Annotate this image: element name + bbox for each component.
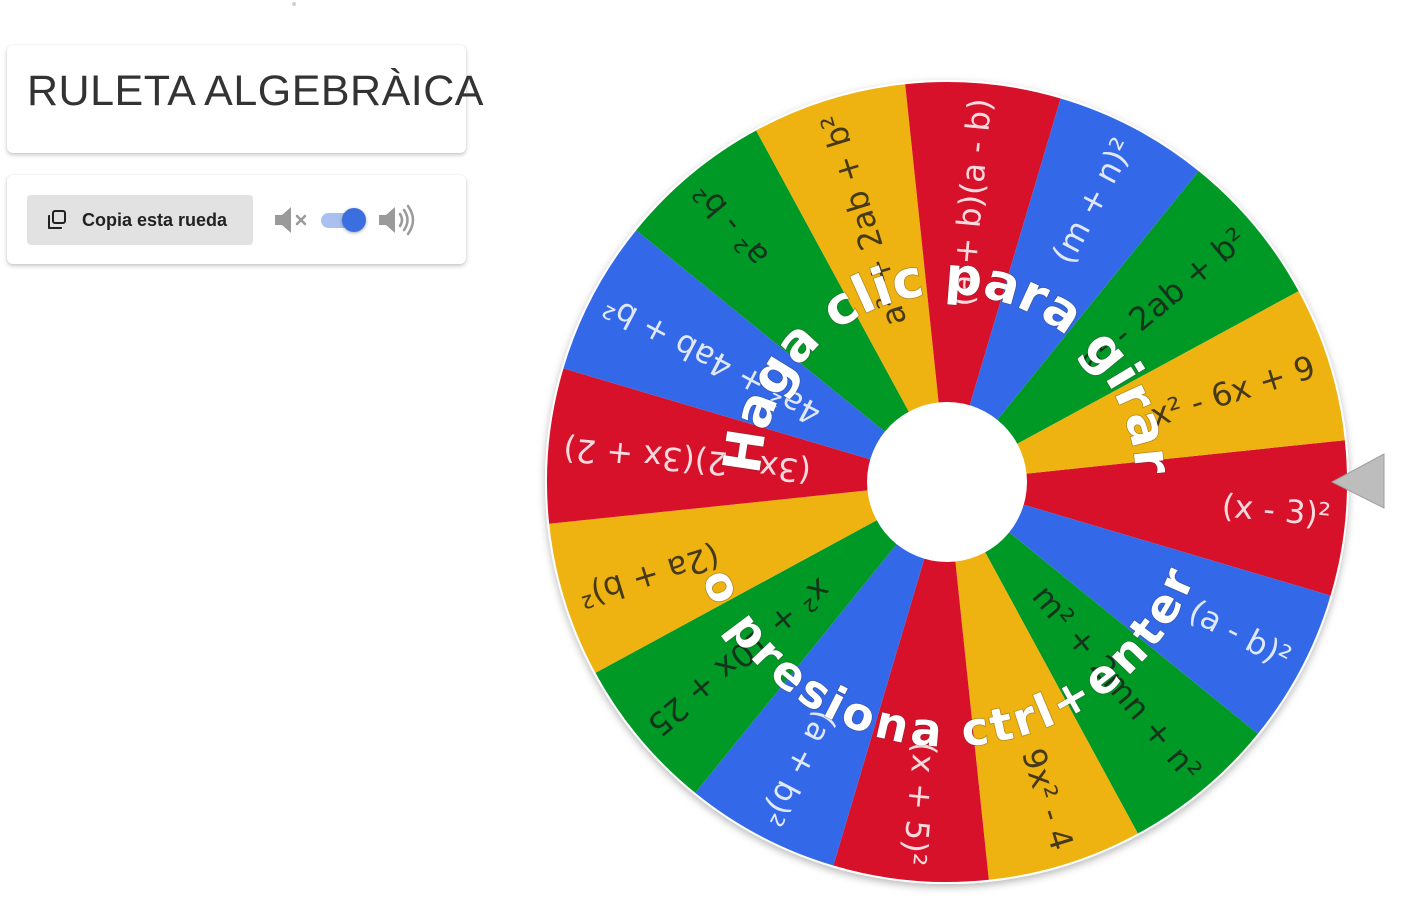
spin-wheel[interactable]: (x - 3)²(a - b)²m² + 2mn + n²9x² - 4(x +… [0,0,1412,905]
wheel-center-hub[interactable] [867,402,1027,562]
